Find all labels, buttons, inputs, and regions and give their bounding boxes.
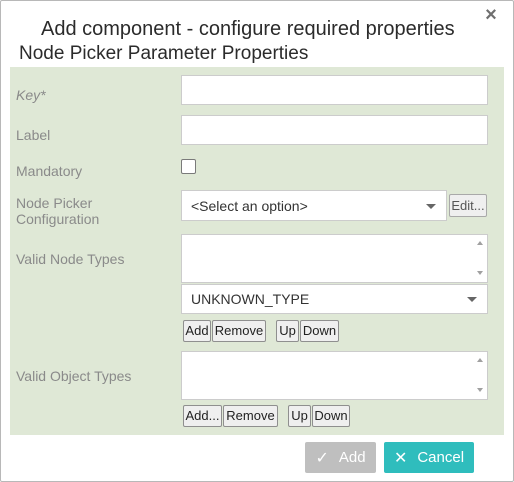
node-picker-select[interactable]: <Select an option> [181,190,447,221]
scroll-down-icon[interactable] [477,388,483,392]
valid-object-types-label: Valid Object Types [16,368,132,384]
move-down-node-type-button[interactable]: Down [300,320,339,342]
node-type-select[interactable]: UNKNOWN_TYPE [181,284,488,314]
scroll-up-icon[interactable] [477,358,483,362]
valid-node-types-label: Valid Node Types [16,251,125,267]
chevron-down-icon [426,203,436,209]
scroll-up-icon[interactable] [477,241,483,245]
move-down-object-type-button[interactable]: Down [312,405,350,427]
cancel-button[interactable]: ✕ Cancel [384,442,474,473]
close-icon[interactable]: × [481,5,501,25]
mandatory-label: Mandatory [16,163,83,179]
label-input[interactable] [181,115,488,145]
scroll-down-icon[interactable] [477,271,483,275]
add-object-type-button[interactable]: Add... [183,405,222,427]
key-label: Key* [16,87,46,103]
move-up-object-type-button[interactable]: Up [288,405,311,427]
edit-button[interactable]: Edit... [449,194,487,217]
valid-node-types-list[interactable] [181,234,488,283]
move-up-node-type-button[interactable]: Up [276,320,299,342]
mandatory-checkbox[interactable] [181,159,196,174]
node-picker-label-line1: Node Picker [16,195,93,211]
add-component-dialog: × Add component - configure required pro… [0,0,514,482]
add-button-label: Add [338,449,366,466]
node-picker-select-value: <Select an option> [191,197,308,214]
dialog-title: Add component - configure required prope… [41,18,455,40]
node-type-select-value: UNKNOWN_TYPE [191,291,310,307]
check-icon: ✓ [315,449,329,467]
close-icon: ✕ [393,449,408,467]
label-label: Label [16,127,51,143]
remove-node-type-button[interactable]: Remove [212,320,266,342]
key-input[interactable] [181,75,488,105]
remove-object-type-button[interactable]: Remove [223,405,278,427]
dialog-subtitle: Node Picker Parameter Properties [19,43,309,64]
cancel-button-label: Cancel [417,449,465,466]
add-button[interactable]: ✓ Add [305,442,376,473]
chevron-down-icon [467,297,477,302]
add-node-type-button[interactable]: Add [183,320,211,342]
valid-object-types-list[interactable] [181,351,488,400]
node-picker-label-line2: Configuration [16,211,100,227]
